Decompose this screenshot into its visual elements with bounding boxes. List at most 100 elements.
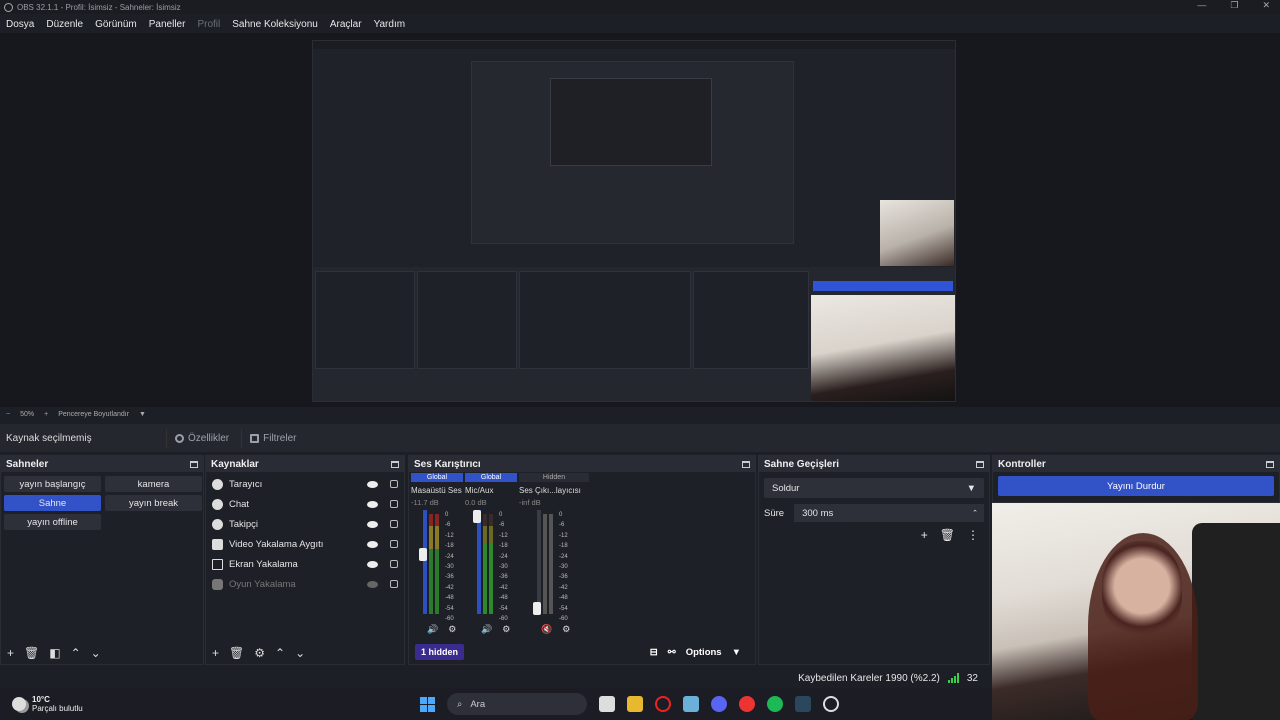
status-bar: Kaybedilen Kareler 1990 (%2.2) 32 xyxy=(0,668,992,688)
restore-icon[interactable]: ❐ xyxy=(1230,0,1238,11)
channel-name[interactable]: Masaüstü Ses xyxy=(411,486,463,495)
menu-araclar[interactable]: Araçlar xyxy=(330,19,362,30)
close-icon[interactable]: ✕ xyxy=(1262,0,1270,11)
zoom-in-icon[interactable]: + xyxy=(44,411,48,418)
scene-yayin-offline[interactable]: yayın offline xyxy=(4,514,101,530)
scene-kamera[interactable]: kamera xyxy=(105,476,202,492)
source-row[interactable]: Oyun Yakalama xyxy=(206,574,404,594)
options-button[interactable]: Options xyxy=(686,647,722,658)
scene-sahne[interactable]: Sahne xyxy=(4,495,101,511)
eye-icon[interactable] xyxy=(367,520,378,528)
zoom-out-icon[interactable]: − xyxy=(6,411,10,418)
steam-icon[interactable] xyxy=(795,696,811,712)
lock-icon[interactable] xyxy=(390,540,398,548)
filter-icon[interactable]: ◧ xyxy=(49,646,60,660)
add-icon[interactable]: + xyxy=(212,646,219,660)
source-row[interactable]: Tarayıcı xyxy=(206,474,404,494)
weather-widget[interactable]: 10°C Parçalı bulutlu xyxy=(0,695,420,713)
chevron-down-icon[interactable]: ▼ xyxy=(732,647,741,658)
source-row[interactable]: Takipçi xyxy=(206,514,404,534)
speaker-icon[interactable]: 🔊 xyxy=(481,624,492,635)
add-icon[interactable]: + xyxy=(7,646,14,660)
menu-sahne-koleksiyonu[interactable]: Sahne Koleksiyonu xyxy=(232,19,318,30)
arrow-down-icon[interactable]: ⌄ xyxy=(91,646,101,660)
title-bar: OBS 32.1.1 - Profil: İsimsiz - Sahneler:… xyxy=(0,0,1280,14)
obs-icon[interactable] xyxy=(823,696,839,712)
undock-icon[interactable] xyxy=(976,460,984,468)
trash-icon[interactable]: 🗑 xyxy=(24,646,39,660)
gear-icon[interactable]: ⚙ xyxy=(562,624,570,635)
lock-icon[interactable] xyxy=(390,500,398,508)
lock-icon[interactable] xyxy=(390,480,398,488)
trash-icon[interactable]: 🗑 xyxy=(940,528,955,542)
layout-icon[interactable]: ⊟ xyxy=(650,647,658,658)
lock-icon[interactable] xyxy=(390,580,398,588)
properties-label: Özellikler xyxy=(188,432,230,444)
transition-select[interactable]: Soldur ▼ xyxy=(764,478,984,498)
source-name: Oyun Yakalama xyxy=(229,578,296,590)
properties-button[interactable]: Özellikler xyxy=(166,428,237,448)
windows-start-icon[interactable] xyxy=(420,696,435,712)
stepper-icon[interactable]: ⌃ xyxy=(972,509,978,517)
channel-name[interactable]: Ses Çıkı...layıcısı xyxy=(519,486,589,495)
minimize-icon[interactable]: — xyxy=(1197,0,1206,11)
arrow-up-icon[interactable]: ⌃ xyxy=(275,646,285,660)
mixer-channel-output: Hidden Ses Çıkı...layıcısı -inf dB 0 -6 -1… xyxy=(519,472,589,635)
app-icon[interactable] xyxy=(683,696,699,712)
speaker-icon[interactable]: 🔊 xyxy=(427,624,438,635)
scene-yayin-baslangic[interactable]: yayın başlangıç xyxy=(4,476,101,492)
lock-icon[interactable] xyxy=(390,560,398,568)
source-row[interactable]: Video Yakalama Aygıtı xyxy=(206,534,404,554)
file-explorer-icon[interactable] xyxy=(627,696,643,712)
gear-icon[interactable]: ⚙ xyxy=(502,624,510,635)
add-icon[interactable]: + xyxy=(921,528,928,542)
undock-icon[interactable] xyxy=(190,460,198,468)
channel-name[interactable]: Mic/Aux xyxy=(465,486,517,495)
spotify-icon[interactable] xyxy=(767,696,783,712)
hidden-channels-button[interactable]: 1 hidden xyxy=(415,644,465,660)
chevron-down-icon[interactable]: ▼ xyxy=(139,411,146,418)
eye-icon[interactable] xyxy=(367,560,378,568)
menu-dosya[interactable]: Dosya xyxy=(6,19,34,30)
menu-yardim[interactable]: Yardım xyxy=(374,19,406,30)
undock-icon[interactable] xyxy=(391,460,399,468)
menu-duzenle[interactable]: Düzenle xyxy=(46,19,83,30)
duration-input[interactable]: 300 ms ⌃ xyxy=(794,504,984,522)
sources-dock: Kaynaklar Tarayıcı Chat Takipçi Video Ya… xyxy=(205,455,405,665)
eye-icon[interactable] xyxy=(367,540,378,548)
arrow-up-icon[interactable]: ⌃ xyxy=(71,646,81,660)
arrow-down-icon[interactable]: ⌄ xyxy=(295,646,305,660)
filters-button[interactable]: Filtreler xyxy=(241,428,304,448)
undock-icon[interactable] xyxy=(1266,460,1274,468)
menu-gorunum[interactable]: Görünüm xyxy=(95,19,137,30)
trash-icon[interactable]: 🗑 xyxy=(229,646,244,660)
channel-db: 0.0 dB xyxy=(465,498,487,507)
link-icon[interactable]: ⚯ xyxy=(668,647,676,658)
eye-hidden-icon[interactable] xyxy=(367,580,378,588)
more-icon[interactable]: ⋮ xyxy=(967,528,979,542)
db-scale: 0 -6 -12 -18 -24 -30 -36 -42 -48 -54 -60 xyxy=(499,512,508,623)
gear-icon[interactable]: ⚙ xyxy=(448,624,456,635)
source-row[interactable]: Chat xyxy=(206,494,404,514)
zoom-mode[interactable]: Pencereye Boyutlandır xyxy=(58,411,129,418)
muted-speaker-icon[interactable]: 🔇 xyxy=(541,624,552,635)
volume-slider[interactable] xyxy=(419,548,427,561)
scene-yayin-break[interactable]: yayın break xyxy=(105,495,202,511)
menu-paneller[interactable]: Paneller xyxy=(149,19,186,30)
stop-streaming-button[interactable]: Yayını Durdur xyxy=(998,476,1274,496)
gear-icon[interactable]: ⚙ xyxy=(254,646,265,660)
undock-icon[interactable] xyxy=(742,460,750,468)
task-view-icon[interactable] xyxy=(599,696,615,712)
sources-title: Kaynaklar xyxy=(211,458,259,470)
eye-icon[interactable] xyxy=(367,500,378,508)
opera-icon[interactable] xyxy=(655,696,671,712)
app-red-icon[interactable] xyxy=(739,696,755,712)
taskbar-search[interactable]: ⌕ Ara xyxy=(447,693,587,715)
lock-icon[interactable] xyxy=(390,520,398,528)
volume-slider[interactable] xyxy=(533,602,541,615)
discord-icon[interactable] xyxy=(711,696,727,712)
menu-profil[interactable]: Profil xyxy=(197,19,220,30)
volume-slider[interactable] xyxy=(473,510,481,523)
source-row[interactable]: Ekran Yakalama xyxy=(206,554,404,574)
eye-icon[interactable] xyxy=(367,480,378,488)
